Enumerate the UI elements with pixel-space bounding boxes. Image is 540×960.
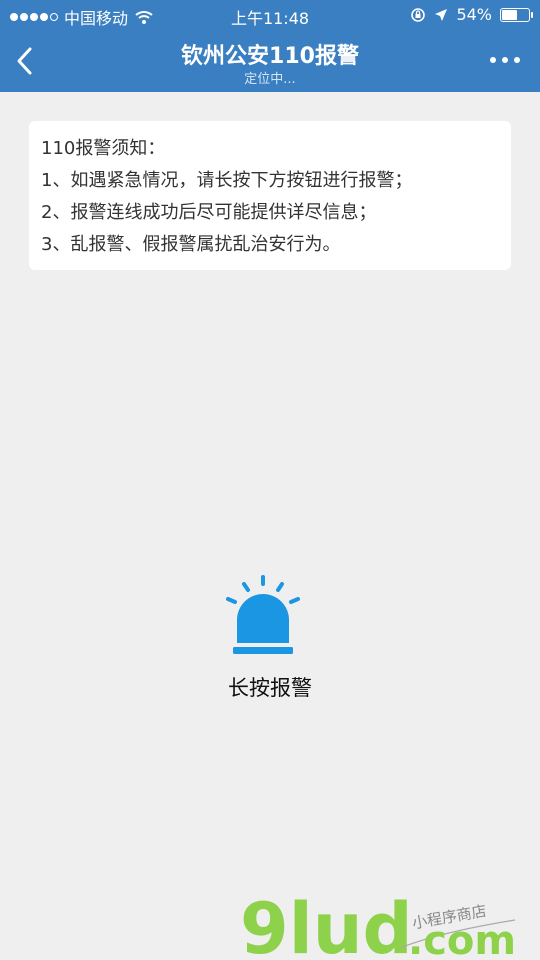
watermark-brand: 9lud [240, 890, 413, 960]
page-title: 钦州公安110报警 [181, 44, 359, 69]
siren-icon [226, 575, 300, 654]
more-dot-icon [502, 57, 508, 63]
status-bar: 中国移动 上午11:48 54% [0, 0, 540, 30]
more-dot-icon [490, 57, 496, 63]
long-press-alarm-button[interactable]: 长按报警 [0, 570, 540, 710]
notice-heading: 110报警须知： [41, 138, 166, 159]
more-dot-icon [514, 57, 520, 63]
rotation-lock-icon [411, 7, 426, 22]
notice-item: 3、乱报警、假报警属扰乱治安行为。 [41, 234, 341, 255]
nav-bar: 钦州公安110报警 定位中... [0, 30, 540, 92]
alarm-label: 长按报警 [228, 676, 312, 700]
more-options-button[interactable] [490, 57, 520, 63]
notice-item: 1、如遇紧急情况，请长按下方按钮进行报警； [41, 170, 413, 191]
notice-card: 110报警须知： 1、如遇紧急情况，请长按下方按钮进行报警； 2、报警连线成功后… [29, 121, 511, 270]
location-arrow-icon [435, 8, 448, 21]
notice-item: 2、报警连线成功后尽可能提供详尽信息； [41, 202, 377, 223]
location-status: 定位中... [244, 72, 296, 87]
status-right: 54% [410, 5, 533, 24]
watermark-logo: 9lud 小程序商店 .com [240, 890, 516, 960]
battery-icon [500, 7, 533, 22]
battery-percent: 54% [456, 5, 492, 24]
watermark-domain: .com [408, 918, 516, 960]
